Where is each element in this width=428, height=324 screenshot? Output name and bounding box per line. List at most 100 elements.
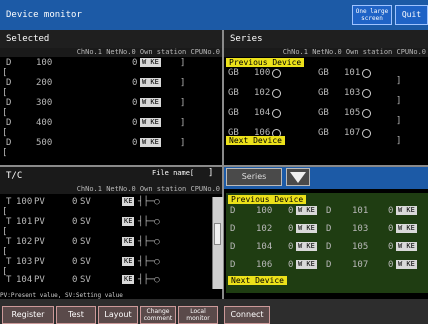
format-badge[interactable]: W KE <box>140 58 161 67</box>
device-letter: GB <box>318 68 329 78</box>
pv-label: PV <box>34 237 45 247</box>
device-address: 200 <box>36 78 53 88</box>
tc-scrollbar[interactable] <box>212 197 223 289</box>
scroll-thumb[interactable] <box>214 223 221 245</box>
device-address: 102 <box>254 88 271 98</box>
register-button[interactable]: Register <box>2 306 54 324</box>
bit-status-icon <box>362 69 371 78</box>
bracket-icon: ] <box>180 138 186 148</box>
quit-button[interactable]: Quit <box>395 5 428 25</box>
selected-title: Selected <box>6 34 50 44</box>
series-row[interactable]: GB 102 GB 103 ] <box>224 88 428 108</box>
local-monitor-button[interactable]: Local monitor <box>178 306 218 324</box>
format-badge[interactable]: W KE <box>396 260 417 269</box>
selected-row[interactable]: D 100 0 W KE ] [ <box>0 58 222 78</box>
previous-device-button[interactable]: Previous Device <box>228 195 307 204</box>
selected-row[interactable]: D 500 0 W KE ] [ <box>0 138 222 158</box>
series-row[interactable]: GB 100 GB 101 ] <box>224 68 428 88</box>
device-letter: D <box>230 260 236 270</box>
layout-button[interactable]: Layout <box>98 306 138 324</box>
selected-panel: Selected ChNo.1 NetNo.0 Own station CPUN… <box>0 30 222 165</box>
device-letter: GB <box>228 68 239 78</box>
format-badge[interactable]: KE <box>122 237 135 246</box>
selected-row[interactable]: D 300 0 W KE ] [ <box>0 98 222 118</box>
series-button[interactable]: Series <box>226 168 282 186</box>
device-letter: T <box>6 275 12 285</box>
device-value: 0 <box>132 98 138 108</box>
bracket-icon: [ <box>2 148 8 158</box>
bracket-icon: ] <box>180 58 186 68</box>
next-device-button[interactable]: Next Device <box>228 276 287 285</box>
device-letter: GB <box>318 128 329 138</box>
device-value: 0 <box>388 260 394 270</box>
device-value: 0 <box>388 224 394 234</box>
contact-coil-icon: ┤├─○ <box>138 237 160 247</box>
format-badge[interactable]: KE <box>122 217 135 226</box>
device-address: 101 <box>16 217 33 227</box>
tc-row[interactable]: T 100 PV 0 SV KE ┤├─○ [ <box>0 197 222 217</box>
format-badge[interactable]: W KE <box>296 206 317 215</box>
bit-status-icon <box>362 109 371 118</box>
format-badge[interactable]: W KE <box>396 224 417 233</box>
series-column-header: ChNo.1 NetNo.0 Own station CPUNo.0 <box>224 48 428 57</box>
tc-row[interactable]: T 101 PV 0 SV KE ┤├─○ [ <box>0 217 222 237</box>
device-address: 103 <box>344 88 361 98</box>
bracket-icon: ] <box>396 76 402 86</box>
device-value: 0 <box>72 237 78 247</box>
next-device-button[interactable]: Next Device <box>226 136 285 145</box>
device-address: 100 <box>36 58 53 68</box>
device-letter: T <box>6 217 12 227</box>
series-row[interactable]: D 100 0 W KE D 101 0 W KE <box>226 206 428 224</box>
format-badge[interactable]: W KE <box>140 138 161 147</box>
tc-row[interactable]: T 102 PV 0 SV KE ┤├─○ [ <box>0 237 222 257</box>
bit-status-icon <box>362 89 371 98</box>
sv-label: SV <box>80 237 91 247</box>
series-dropdown-button[interactable] <box>286 168 310 186</box>
device-letter: D <box>230 224 236 234</box>
series-row[interactable]: GB 104 GB 105 ] <box>224 108 428 128</box>
sv-label: SV <box>80 275 91 285</box>
device-letter: D <box>6 58 12 68</box>
device-letter: D <box>230 206 236 216</box>
format-badge[interactable]: W KE <box>396 242 417 251</box>
tc-row[interactable]: T 103 PV 0 SV KE ┤├─○ [ <box>0 257 222 277</box>
device-address: 103 <box>352 224 369 234</box>
device-letter: D <box>6 98 12 108</box>
device-letter: D <box>230 242 236 252</box>
format-badge[interactable]: W KE <box>396 206 417 215</box>
format-badge[interactable]: W KE <box>140 118 161 127</box>
bracket-icon: ] <box>180 118 186 128</box>
format-badge[interactable]: KE <box>122 275 135 284</box>
selected-row[interactable]: D 200 0 W KE ] [ <box>0 78 222 98</box>
device-value: 0 <box>288 260 294 270</box>
series-title: Series <box>230 34 263 44</box>
bracket-icon: ] <box>208 168 214 178</box>
format-badge[interactable]: W KE <box>140 78 161 87</box>
format-badge[interactable]: KE <box>122 197 135 206</box>
series-panel: Series ChNo.1 NetNo.0 Own station CPUNo.… <box>224 30 428 165</box>
device-value: 0 <box>288 206 294 216</box>
device-address: 105 <box>352 242 369 252</box>
bracket-icon: ] <box>180 78 186 88</box>
series-row[interactable]: D 104 0 W KE D 105 0 W KE <box>226 242 428 260</box>
format-badge[interactable]: W KE <box>140 98 161 107</box>
bracket-icon: [ <box>2 108 8 118</box>
change-comment-button[interactable]: Change comment <box>140 306 176 324</box>
selected-row[interactable]: D 400 0 W KE ] [ <box>0 118 222 138</box>
pv-label: PV <box>34 197 45 207</box>
format-badge[interactable]: W KE <box>296 260 317 269</box>
series-row[interactable]: D 102 0 W KE D 103 0 W KE <box>226 224 428 242</box>
format-badge[interactable]: KE <box>122 257 135 266</box>
device-value: 0 <box>132 138 138 148</box>
contact-coil-icon: ┤├─○ <box>138 257 160 267</box>
device-value: 0 <box>388 242 394 252</box>
test-button[interactable]: Test <box>56 306 96 324</box>
one-large-screen-button[interactable]: One large screen <box>352 5 392 25</box>
bracket-icon: ] <box>396 136 402 146</box>
format-badge[interactable]: W KE <box>296 242 317 251</box>
format-badge[interactable]: W KE <box>296 224 317 233</box>
device-letter: D <box>6 138 12 148</box>
previous-device-button[interactable]: Previous Device <box>226 58 305 67</box>
connect-button[interactable]: Connect <box>224 306 270 324</box>
device-value: 0 <box>388 206 394 216</box>
